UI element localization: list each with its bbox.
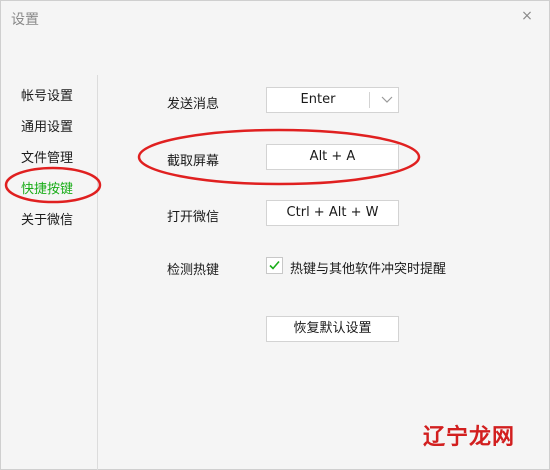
close-icon[interactable]: × <box>515 5 539 27</box>
detect-hotkey-label: 检测热键 <box>167 263 220 278</box>
sidebar-item-about[interactable]: 关于微信 <box>21 209 73 228</box>
sidebar-item-account[interactable]: 帐号设置 <box>21 85 73 104</box>
sidebar-item-shortcuts[interactable]: 快捷按键 <box>21 178 73 197</box>
sidebar-item-general[interactable]: 通用设置 <box>21 116 73 135</box>
combo-divider <box>369 92 370 108</box>
send-message-value: Enter <box>300 92 336 107</box>
chevron-down-icon[interactable] <box>375 88 399 112</box>
window-title: 设置 <box>11 12 39 28</box>
send-message-label: 发送消息 <box>167 97 220 112</box>
open-wechat-shortcut-field[interactable]: Ctrl + Alt + W <box>266 200 399 226</box>
open-wechat-label: 打开微信 <box>167 210 220 225</box>
sidebar: 帐号设置 通用设置 文件管理 快捷按键 关于微信 <box>1 75 98 470</box>
conflict-checkbox[interactable] <box>266 257 283 274</box>
watermark-logo: 辽宁龙网 <box>422 425 515 450</box>
checkmark-icon <box>269 260 280 270</box>
sidebar-item-files[interactable]: 文件管理 <box>21 147 73 166</box>
send-message-combo[interactable]: Enter <box>266 87 399 113</box>
restore-defaults-button[interactable]: 恢复默认设置 <box>266 316 399 342</box>
screenshot-shortcut-field[interactable]: Alt + A <box>266 144 399 170</box>
screenshot-label: 截取屏幕 <box>167 154 220 169</box>
conflict-checkbox-label: 热键与其他软件冲突时提醒 <box>290 262 447 277</box>
